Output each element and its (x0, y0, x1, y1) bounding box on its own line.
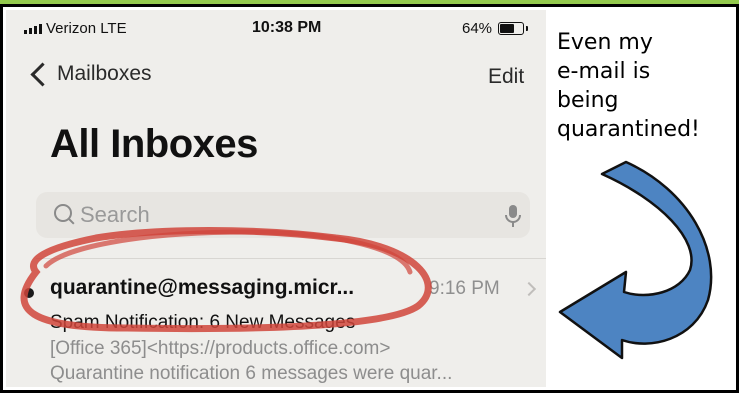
signal-icon (24, 24, 42, 34)
curved-arrow-icon (558, 160, 713, 360)
caption-line: quarantined! (557, 117, 700, 142)
edit-button[interactable]: Edit (488, 65, 524, 89)
chevron-left-icon (30, 61, 55, 87)
back-label: Mailboxes (57, 62, 152, 85)
caption-line: being (557, 88, 619, 113)
battery-fill (500, 24, 515, 33)
phone-screen: Verizon LTE 10:38 PM 64% Mailboxes Edit … (6, 10, 546, 387)
caption-line: e-mail is (557, 59, 651, 84)
battery-percent: 64% (462, 20, 493, 37)
search-bar[interactable] (36, 192, 530, 238)
message-preview-line1: [Office 365]<https://products.office.com… (50, 338, 391, 359)
search-input[interactable] (80, 200, 460, 230)
carrier-label: Verizon LTE (46, 20, 127, 37)
message-subject: Spam Notification: 6 New Messages (50, 312, 356, 333)
message-row[interactable]: quarantine@messaging.micr... 9:16 PM Spa… (6, 264, 546, 387)
caption-line: Even my (557, 30, 653, 55)
status-bar: Verizon LTE 10:38 PM 64% (6, 10, 546, 48)
page-title: All Inboxes (50, 122, 258, 166)
unread-indicator-icon (24, 288, 34, 298)
battery-icon (498, 22, 528, 35)
chevron-right-icon (521, 281, 537, 297)
message-sender: quarantine@messaging.micr... (50, 276, 355, 299)
divider (36, 258, 546, 259)
annotation-caption: Even my e-mail is being quarantined! (557, 28, 732, 144)
status-time: 10:38 PM (252, 19, 322, 36)
message-preview-line2: Quarantine notification 6 messages were … (50, 363, 453, 384)
back-button[interactable]: Mailboxes (30, 61, 152, 87)
search-icon (54, 204, 72, 222)
message-time: 9:16 PM (429, 278, 500, 299)
microphone-icon[interactable] (502, 203, 524, 229)
